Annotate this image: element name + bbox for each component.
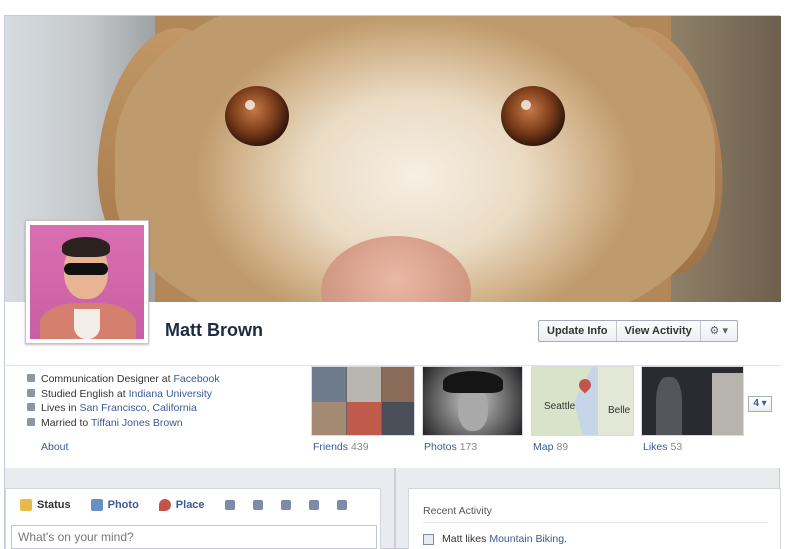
dog-eye-left	[225, 86, 289, 146]
tab-status-label: Status	[37, 499, 71, 511]
health-event-icon[interactable]	[308, 500, 319, 510]
photos-tile[interactable]	[422, 366, 523, 436]
heart-icon	[27, 417, 35, 426]
work-link[interactable]: Facebook	[173, 373, 219, 385]
map-land	[598, 367, 633, 435]
likes-label[interactable]: Likes 53	[643, 441, 682, 453]
likes-tile[interactable]	[641, 366, 744, 436]
friends-count: 439	[351, 441, 369, 453]
photos-count: 173	[459, 441, 478, 453]
friend-thumb	[382, 367, 414, 402]
spouse-link[interactable]: Tiffani Jones Brown	[91, 417, 183, 429]
place-pin-icon	[158, 499, 171, 511]
recent-activity: Recent Activity Matt likes Mountain Bikin…	[408, 488, 781, 549]
likes-person	[712, 373, 743, 435]
tab-photo[interactable]: Photo	[90, 499, 139, 511]
activity-link[interactable]: Mountain Biking.	[489, 533, 567, 545]
home-event-icon[interactable]	[280, 500, 291, 510]
friends-label-text: Friends	[313, 441, 349, 453]
photo-icon	[90, 499, 103, 511]
map-label[interactable]: Map 89	[533, 441, 568, 453]
profile-info: Communication Designer at Facebook Studi…	[27, 372, 220, 430]
info-lives: Lives in San Francisco, California	[27, 401, 220, 416]
friend-thumb	[312, 402, 346, 435]
map-label-text: Map	[533, 441, 554, 453]
info-lives-text: Lives in	[41, 402, 77, 414]
status-icon	[20, 499, 32, 511]
friend-thumb	[312, 367, 346, 402]
status-composer: Status Photo Place What's on your mind?	[5, 488, 381, 549]
map-count: 89	[556, 441, 569, 453]
briefcase-icon	[27, 374, 35, 382]
likes-count: 53	[670, 441, 683, 453]
timeline-frame: Matt Brown Update Info View Activity ⚙ ▾…	[4, 15, 781, 549]
profile-name[interactable]: Matt Brown	[165, 320, 263, 341]
friend-thumb	[382, 402, 414, 435]
activity-item: Matt likes Mountain Biking.	[423, 533, 567, 545]
photos-label-text: Photos	[424, 441, 457, 453]
view-activity-button[interactable]: View Activity	[617, 321, 701, 341]
composer-tabs: Status Photo Place	[20, 499, 365, 511]
graduation-icon	[27, 388, 35, 397]
status-input[interactable]: What's on your mind?	[11, 525, 377, 549]
friends-tile[interactable]	[311, 366, 415, 436]
photo-hat	[443, 371, 503, 393]
avatar-shirt	[74, 309, 100, 339]
avatar-sunglasses	[64, 263, 108, 275]
divider	[423, 522, 768, 523]
tab-photo-label: Photo	[107, 499, 139, 511]
likes-person	[656, 377, 682, 435]
map-city-label: Seattle	[544, 401, 576, 412]
profile-picture[interactable]	[25, 220, 149, 344]
home-icon	[27, 403, 35, 411]
city-link[interactable]: San Francisco, California	[80, 402, 197, 414]
avatar	[30, 225, 144, 339]
about-link[interactable]: About	[41, 441, 68, 453]
tab-status[interactable]: Status	[20, 499, 71, 511]
info-work-text: Communication Designer at	[41, 373, 171, 385]
map-tile[interactable]: Seattle Belle	[531, 366, 634, 436]
recent-activity-title: Recent Activity	[423, 505, 492, 517]
friend-thumb	[347, 402, 381, 435]
map-city-label: Belle	[608, 405, 631, 416]
timeline-divider	[394, 468, 396, 549]
update-info-button[interactable]: Update Info	[539, 321, 617, 341]
info-strip: Communication Designer at Facebook Studi…	[5, 366, 781, 468]
like-page-icon	[423, 533, 434, 545]
more-tiles-dropdown[interactable]: 4 ▾	[748, 396, 772, 412]
info-married: Married to Tiffani Jones Brown	[27, 416, 220, 431]
relationship-event-icon[interactable]	[252, 500, 263, 510]
avatar-hair	[62, 237, 110, 257]
likes-label-text: Likes	[643, 441, 668, 453]
school-link[interactable]: Indiana University	[129, 388, 212, 400]
work-event-icon[interactable]	[224, 500, 235, 510]
friends-label[interactable]: Friends 439	[313, 441, 369, 453]
info-work: Communication Designer at Facebook	[27, 372, 220, 387]
info-married-text: Married to	[41, 416, 89, 429]
friend-thumb	[347, 367, 381, 402]
tab-place-label: Place	[175, 499, 205, 511]
tab-place[interactable]: Place	[158, 499, 205, 511]
settings-gear-icon[interactable]: ⚙ ▾	[701, 321, 737, 341]
photos-label[interactable]: Photos 173	[424, 441, 477, 453]
profile-actions: Update Info View Activity ⚙ ▾	[538, 320, 738, 342]
info-study-text: Studied English at	[41, 387, 126, 400]
photo-face	[458, 387, 488, 431]
dog-eye-right	[501, 86, 565, 146]
milestone-flag-icon[interactable]	[336, 500, 347, 510]
activity-text: Matt likes	[442, 533, 487, 545]
info-study: Studied English at Indiana University	[27, 387, 220, 402]
